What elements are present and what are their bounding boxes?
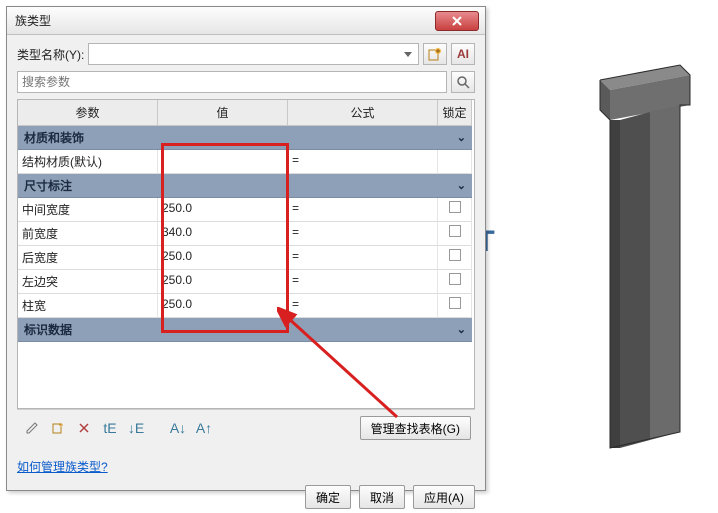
search-input[interactable] bbox=[17, 71, 447, 93]
delete-icon bbox=[77, 421, 91, 435]
col-lock: 锁定 bbox=[438, 100, 472, 126]
lock-checkbox[interactable] bbox=[449, 225, 461, 237]
cell-formula[interactable]: = bbox=[288, 246, 438, 270]
dialog-footer: 确定 取消 应用(A) bbox=[7, 481, 485, 513]
section-identity[interactable]: 标识数据 ⌄ bbox=[18, 318, 472, 342]
cell-lock[interactable] bbox=[438, 270, 472, 294]
section-materials[interactable]: 材质和装饰 ⌄ bbox=[18, 126, 472, 150]
cell-param[interactable]: 后宽度 bbox=[18, 246, 158, 270]
type-name-label: 类型名称(Y): bbox=[17, 46, 84, 63]
lock-checkbox[interactable] bbox=[449, 201, 461, 213]
cell-value[interactable]: 250.0 bbox=[158, 294, 288, 318]
chevron-icon: ⌄ bbox=[457, 323, 466, 336]
sort-asc-icon: A↓ bbox=[170, 420, 186, 436]
search-icon bbox=[456, 75, 470, 89]
cell-lock[interactable] bbox=[438, 198, 472, 222]
lock-checkbox[interactable] bbox=[449, 297, 461, 309]
cell-formula[interactable]: = bbox=[288, 198, 438, 222]
cell-formula[interactable]: = bbox=[288, 270, 438, 294]
cell-lock[interactable] bbox=[438, 294, 472, 318]
edit-param-button[interactable] bbox=[21, 417, 43, 439]
sort-asc-button[interactable]: A↓ bbox=[167, 417, 189, 439]
pencil-icon bbox=[25, 421, 39, 435]
new-param-button[interactable] bbox=[47, 417, 69, 439]
cell-param[interactable]: 左边突 bbox=[18, 270, 158, 294]
move-down-icon: ↓E bbox=[128, 420, 144, 436]
sort-desc-button[interactable]: A↑ bbox=[193, 417, 215, 439]
move-down-button[interactable]: ↓E bbox=[125, 417, 147, 439]
cell-param[interactable]: 前宽度 bbox=[18, 222, 158, 246]
col-param: 参数 bbox=[18, 100, 158, 126]
section-dimensions[interactable]: 尺寸标注 ⌄ bbox=[18, 174, 472, 198]
cancel-button[interactable]: 取消 bbox=[359, 485, 405, 509]
type-name-select[interactable] bbox=[88, 43, 419, 65]
col-value: 值 bbox=[158, 100, 288, 126]
cell-param[interactable]: 柱宽 bbox=[18, 294, 158, 318]
type-name-row: 类型名称(Y): AI bbox=[17, 43, 475, 65]
family-types-dialog: 族类型 类型名称(Y): AI bbox=[6, 6, 486, 491]
chevron-icon: ⌄ bbox=[457, 131, 466, 144]
ok-button[interactable]: 确定 bbox=[305, 485, 351, 509]
cell-lock[interactable] bbox=[438, 222, 472, 246]
cell-formula[interactable]: = bbox=[288, 150, 438, 174]
cell-lock[interactable] bbox=[438, 150, 472, 174]
move-up-icon: tE bbox=[103, 420, 116, 436]
search-button[interactable] bbox=[451, 71, 475, 93]
cell-value[interactable]: 250.0 bbox=[158, 270, 288, 294]
new-type-icon bbox=[428, 47, 442, 61]
delete-param-button[interactable] bbox=[73, 417, 95, 439]
dialog-title: 族类型 bbox=[15, 12, 51, 29]
search-row bbox=[17, 71, 475, 93]
close-icon bbox=[451, 15, 463, 27]
manage-lookup-button[interactable]: 管理查找表格(G) bbox=[360, 416, 471, 440]
cell-lock[interactable] bbox=[438, 246, 472, 270]
col-formula: 公式 bbox=[288, 100, 438, 126]
lock-checkbox[interactable] bbox=[449, 273, 461, 285]
rename-type-button[interactable]: AI bbox=[451, 43, 475, 65]
cell-formula[interactable]: = bbox=[288, 222, 438, 246]
cell-param[interactable]: 结构材质(默认) bbox=[18, 150, 158, 174]
cell-value[interactable]: 250.0 bbox=[158, 246, 288, 270]
new-type-button[interactable] bbox=[423, 43, 447, 65]
cell-value[interactable]: 250.0 bbox=[158, 198, 288, 222]
apply-button[interactable]: 应用(A) bbox=[413, 485, 475, 509]
move-up-button[interactable]: tE bbox=[99, 417, 121, 439]
close-button[interactable] bbox=[435, 11, 479, 31]
new-param-icon bbox=[51, 421, 65, 435]
parameter-table: 参数 值 公式 锁定 材质和装饰 ⌄ 结构材质(默认) = 尺寸标注 ⌄ 中间宽… bbox=[17, 99, 475, 409]
titlebar: 族类型 bbox=[7, 7, 485, 35]
cell-value[interactable] bbox=[158, 150, 288, 174]
help-link[interactable]: 如何管理族类型? bbox=[17, 460, 108, 474]
cell-param[interactable]: 中间宽度 bbox=[18, 198, 158, 222]
lock-checkbox[interactable] bbox=[449, 249, 461, 261]
chevron-icon: ⌄ bbox=[457, 179, 466, 192]
bottom-toolbar: tE ↓E A↓ A↑ 管理查找表格(G) bbox=[17, 409, 475, 446]
cell-formula[interactable]: = bbox=[288, 294, 438, 318]
rename-icon: AI bbox=[457, 47, 469, 61]
3d-column-preview bbox=[580, 60, 700, 460]
sort-desc-icon: A↑ bbox=[196, 420, 212, 436]
cell-value[interactable]: 340.0 bbox=[158, 222, 288, 246]
